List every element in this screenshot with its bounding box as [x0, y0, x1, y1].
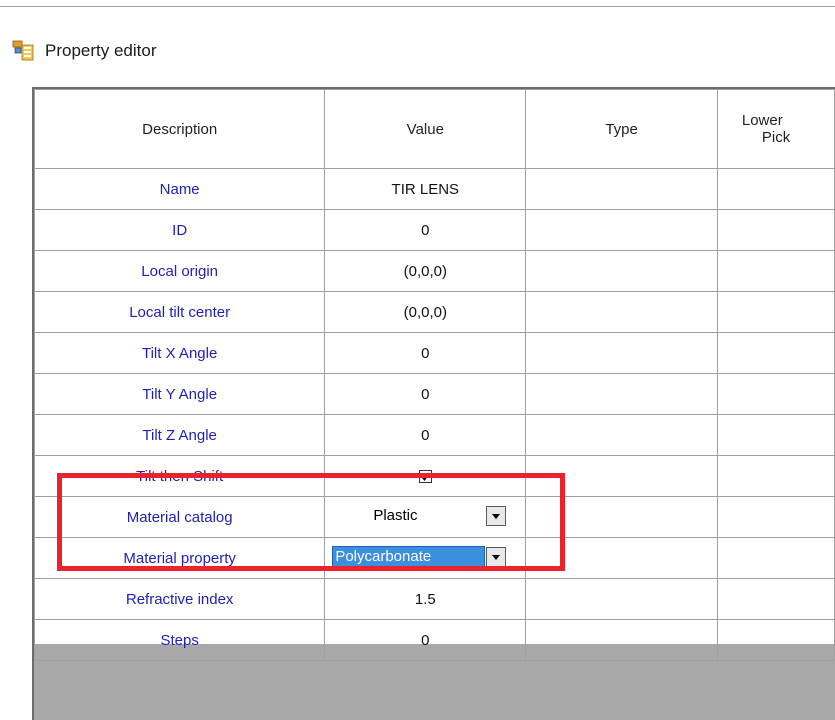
- row-lower-cell[interactable]: [716, 414, 835, 456]
- table-row-tilt-y-angle[interactable]: Tilt Y Angle 0: [34, 373, 835, 415]
- header-row: Description Value Type Lower Pick: [34, 89, 835, 169]
- table-row-material-property[interactable]: Material property Polycarbonate: [34, 537, 835, 579]
- row-type-cell[interactable]: [525, 496, 718, 538]
- column-header-lower-pick[interactable]: Lower Pick: [716, 89, 835, 169]
- row-type-cell[interactable]: [525, 455, 718, 497]
- row-value-cell[interactable]: 0: [324, 209, 527, 251]
- row-type-cell[interactable]: [525, 209, 718, 251]
- row-type-cell[interactable]: [525, 619, 718, 661]
- row-lower-cell[interactable]: [716, 619, 835, 661]
- table-row-tilt-then-shift[interactable]: Tilt then Shift: [34, 455, 835, 497]
- column-header-lower-line2: Pick: [761, 129, 791, 146]
- row-description: Name: [34, 168, 326, 210]
- row-value-cell[interactable]: 0: [324, 373, 527, 415]
- chevron-down-icon[interactable]: [486, 506, 507, 526]
- table-row-id[interactable]: ID 0: [34, 209, 835, 251]
- row-description: Local tilt center: [34, 291, 326, 333]
- column-header-value[interactable]: Value: [324, 89, 527, 169]
- table-row-name[interactable]: Name TIR LENS: [34, 168, 835, 210]
- row-lower-cell[interactable]: [716, 332, 835, 374]
- row-description: Local origin: [34, 250, 326, 292]
- row-value-cell[interactable]: 0: [324, 414, 527, 456]
- column-header-type[interactable]: Type: [525, 89, 718, 169]
- row-value-cell[interactable]: (0,0,0): [324, 250, 527, 292]
- table-row-tilt-z-angle[interactable]: Tilt Z Angle 0: [34, 414, 835, 456]
- table-row-steps[interactable]: Steps 0: [34, 619, 835, 661]
- row-value-cell[interactable]: [324, 455, 527, 497]
- row-type-cell[interactable]: [525, 537, 718, 579]
- column-header-lower-line1: Lower: [741, 112, 783, 129]
- row-type-cell[interactable]: [525, 250, 718, 292]
- chevron-down-icon[interactable]: [486, 547, 507, 567]
- row-type-cell[interactable]: [525, 291, 718, 333]
- row-description: Tilt then Shift: [34, 455, 326, 497]
- row-lower-cell[interactable]: [716, 168, 835, 210]
- row-type-cell[interactable]: [525, 578, 718, 620]
- row-description: Refractive index: [34, 578, 326, 620]
- checkmark-icon: [421, 472, 430, 482]
- row-lower-cell[interactable]: [716, 250, 835, 292]
- row-type-cell[interactable]: [525, 373, 718, 415]
- row-lower-cell[interactable]: [716, 373, 835, 415]
- property-table: Description Value Type Lower Pick Name T…: [34, 89, 835, 661]
- row-description: Steps: [34, 619, 326, 661]
- table-row-material-catalog[interactable]: Material catalog Plastic: [34, 496, 835, 538]
- material-catalog-dropdown[interactable]: Plastic: [326, 498, 525, 537]
- row-type-cell[interactable]: [525, 168, 718, 210]
- table-row-local-origin[interactable]: Local origin (0,0,0): [34, 250, 835, 292]
- material-property-selected-value: Polycarbonate: [332, 546, 486, 568]
- column-header-description[interactable]: Description: [34, 89, 326, 169]
- row-lower-cell[interactable]: [716, 496, 835, 538]
- material-catalog-selected-value: Plastic: [373, 507, 418, 524]
- row-description: ID: [34, 209, 326, 251]
- row-value-cell[interactable]: TIR LENS: [324, 168, 527, 210]
- property-editor-app-icon: [12, 40, 34, 61]
- row-value-cell[interactable]: Polycarbonate: [324, 537, 527, 579]
- row-description: Material property: [34, 537, 326, 579]
- row-value-cell[interactable]: 0: [324, 619, 527, 661]
- material-property-dropdown[interactable]: Polycarbonate: [326, 539, 525, 578]
- row-type-cell[interactable]: [525, 414, 718, 456]
- row-value-cell[interactable]: (0,0,0): [324, 291, 527, 333]
- row-lower-cell[interactable]: [716, 209, 835, 251]
- row-value-cell[interactable]: 1.5: [324, 578, 527, 620]
- grid-content-area: Description Value Type Lower Pick Name T…: [34, 89, 835, 661]
- row-lower-cell[interactable]: [716, 455, 835, 497]
- row-description: Tilt Y Angle: [34, 373, 326, 415]
- row-value-cell[interactable]: 0: [324, 332, 527, 374]
- table-row-local-tilt-center[interactable]: Local tilt center (0,0,0): [34, 291, 835, 333]
- row-description: Material catalog: [34, 496, 326, 538]
- row-lower-cell[interactable]: [716, 537, 835, 579]
- row-lower-cell[interactable]: [716, 291, 835, 333]
- property-grid[interactable]: Description Value Type Lower Pick Name T…: [32, 87, 835, 720]
- window-title: Property editor: [45, 41, 157, 60]
- title-bar: Property editor: [0, 7, 835, 87]
- row-description: Tilt X Angle: [34, 332, 326, 374]
- table-row-tilt-x-angle[interactable]: Tilt X Angle 0: [34, 332, 835, 374]
- row-lower-cell[interactable]: [716, 578, 835, 620]
- tilt-then-shift-checkbox[interactable]: [418, 470, 432, 484]
- table-row-refractive-index[interactable]: Refractive index 1.5: [34, 578, 835, 620]
- row-description: Tilt Z Angle: [34, 414, 326, 456]
- row-value-cell[interactable]: Plastic: [324, 496, 527, 538]
- row-type-cell[interactable]: [525, 332, 718, 374]
